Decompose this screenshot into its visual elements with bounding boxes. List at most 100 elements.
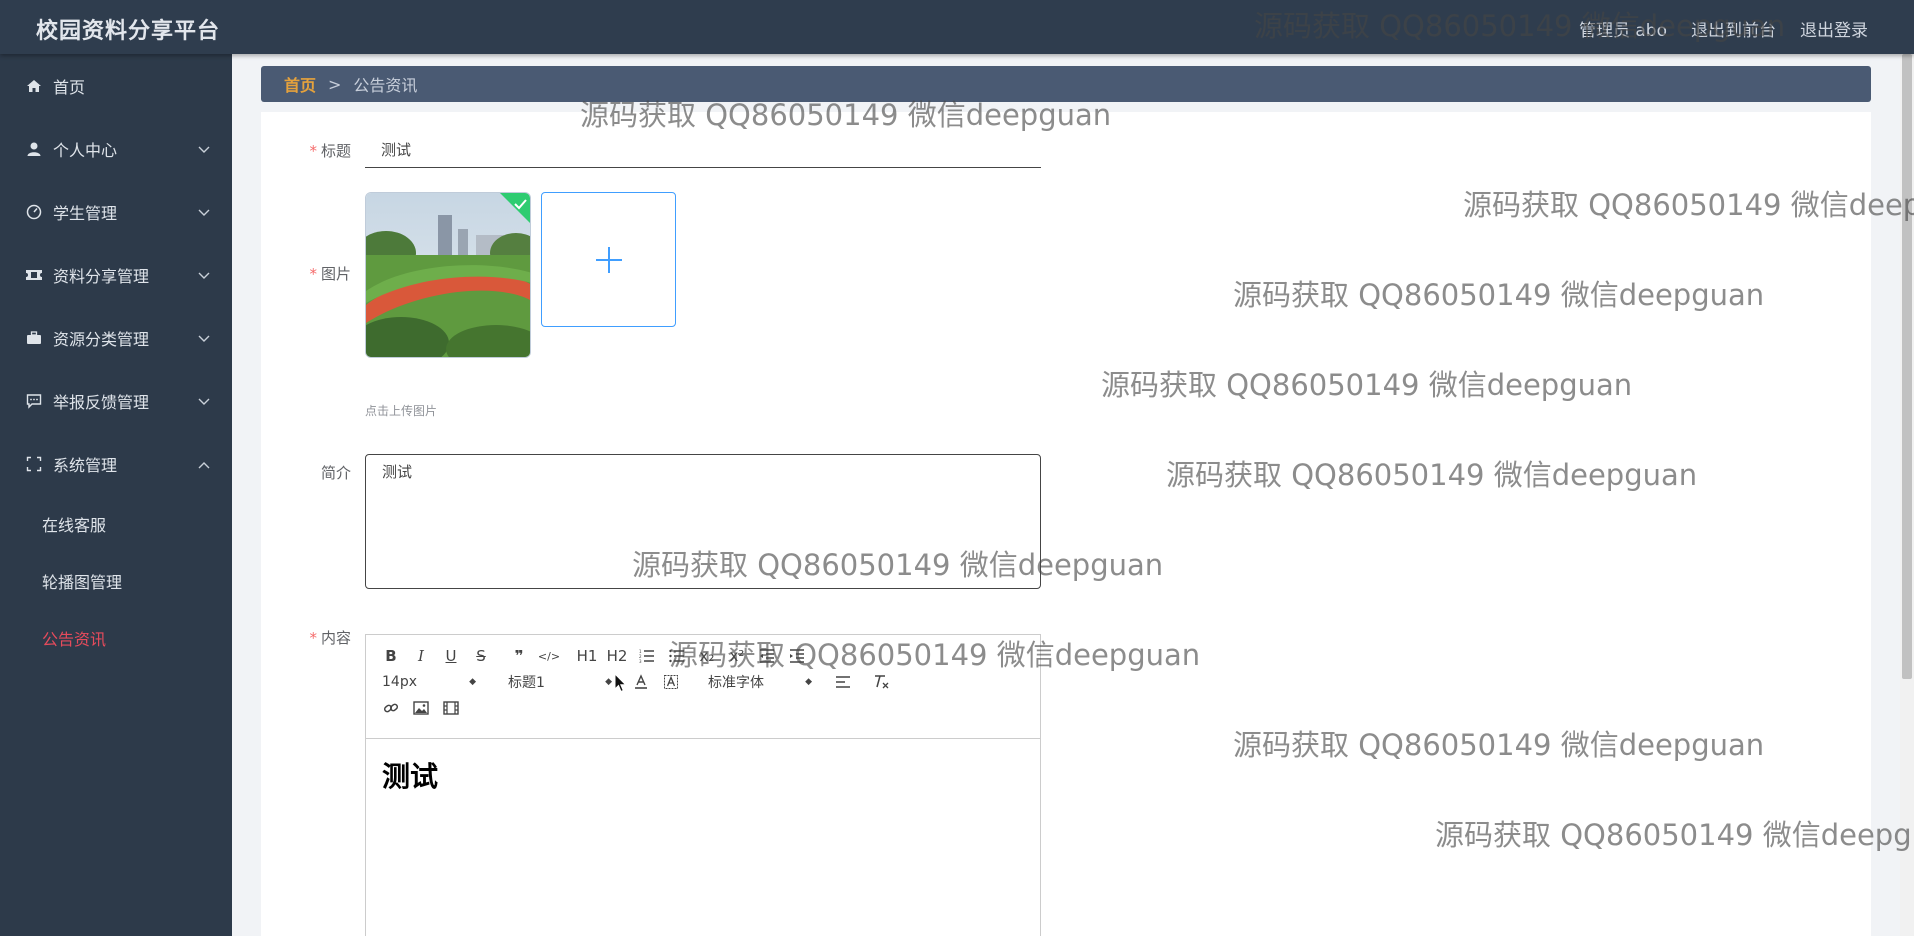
announcement-form: *标题 *图片 bbox=[261, 112, 1871, 936]
title-input[interactable] bbox=[365, 132, 1041, 168]
link-button[interactable] bbox=[376, 696, 406, 720]
sidebar-item-label: 系统管理 bbox=[53, 455, 118, 475]
admin-user-link[interactable]: 管理员 abo bbox=[1579, 16, 1667, 41]
underline-button[interactable]: U bbox=[436, 644, 466, 668]
fullscreen-icon bbox=[25, 455, 43, 473]
sidebar-item-resource-category[interactable]: 资源分类管理 bbox=[0, 306, 232, 369]
bullet-list-icon bbox=[669, 649, 684, 663]
font-family-value: 标准字体 bbox=[708, 675, 764, 691]
sidebar-item-label: 举报反馈管理 bbox=[53, 392, 150, 412]
upload-tip: 点击上传图片 bbox=[365, 404, 438, 418]
font-size-select[interactable]: 14px ◆ bbox=[376, 674, 482, 690]
intro-label: 简介 bbox=[320, 464, 351, 482]
chevron-up-icon bbox=[198, 454, 210, 473]
ordered-list-icon: 123 bbox=[639, 649, 654, 663]
sidebar-item-report-feedback[interactable]: 举报反馈管理 bbox=[0, 369, 232, 432]
image-label: * 图片 bbox=[309, 265, 351, 283]
outdent-button[interactable] bbox=[752, 644, 782, 668]
sidebar-item-label: 学生管理 bbox=[53, 203, 118, 223]
campus-track-photo bbox=[366, 193, 530, 357]
sidebar-subitem-carousel-management[interactable]: 轮播图管理 bbox=[0, 552, 232, 609]
page-scrollbar[interactable] bbox=[1900, 54, 1914, 936]
font-family-select[interactable]: 标准字体 ◆ bbox=[702, 672, 818, 692]
ticket-icon bbox=[25, 266, 43, 284]
main-content: 首页 > 公告资讯 *标题 *图片 bbox=[232, 54, 1914, 936]
sidebar-item-label: 个人中心 bbox=[53, 140, 118, 160]
italic-button[interactable]: I bbox=[406, 644, 436, 668]
breadcrumb-current: 公告资讯 bbox=[353, 76, 418, 95]
image-button[interactable] bbox=[406, 696, 436, 720]
required-mark: * bbox=[309, 629, 317, 647]
editor-toolbar: B I U S ❞ </> H1 H2 123 x₂ x² 14px ◆ 标题1… bbox=[366, 635, 1040, 739]
subscript-button[interactable]: x₂ bbox=[692, 644, 722, 668]
sidebar: 首页 个人中心 学生管理 资料分享管理 资源分类管理 举报反馈管理 系统管理 在… bbox=[0, 54, 232, 936]
chat-icon bbox=[25, 392, 43, 410]
select-arrows-icon: ◆ bbox=[605, 677, 612, 687]
strike-button[interactable]: S bbox=[466, 644, 496, 668]
background-color-icon bbox=[664, 675, 678, 689]
scrollbar-thumb[interactable] bbox=[1902, 54, 1912, 679]
logout-link[interactable]: 退出登录 bbox=[1800, 16, 1868, 41]
sidebar-item-label: 资料分享管理 bbox=[53, 266, 150, 286]
select-arrows-icon: ◆ bbox=[469, 677, 476, 687]
link-icon bbox=[383, 703, 399, 713]
required-mark: * bbox=[309, 142, 317, 160]
clear-format-button[interactable] bbox=[866, 670, 896, 694]
chevron-down-icon bbox=[198, 265, 210, 284]
intro-textarea[interactable]: 测试 bbox=[365, 454, 1041, 589]
top-links: 管理员 abo 退出到前台 退出登录 bbox=[1579, 16, 1868, 41]
code-block-button[interactable]: </> bbox=[534, 644, 564, 668]
sidebar-item-home[interactable]: 首页 bbox=[0, 54, 232, 117]
chevron-down-icon bbox=[198, 202, 210, 221]
svg-text:3: 3 bbox=[639, 659, 642, 663]
gauge-icon bbox=[25, 203, 43, 221]
editor-heading-text: 测试 bbox=[382, 760, 439, 793]
header2-button[interactable]: H2 bbox=[602, 644, 632, 668]
video-button[interactable] bbox=[436, 696, 466, 720]
image-upload-button[interactable] bbox=[541, 192, 676, 327]
bullet-list-button[interactable] bbox=[662, 644, 692, 668]
breadcrumb-separator: > bbox=[328, 74, 342, 94]
sidebar-item-student-management[interactable]: 学生管理 bbox=[0, 180, 232, 243]
chevron-down-icon bbox=[198, 328, 210, 347]
back-to-frontend-link[interactable]: 退出到前台 bbox=[1691, 16, 1776, 41]
font-size-value: 14px bbox=[382, 674, 417, 690]
sidebar-subitem-announcements[interactable]: 公告资讯 bbox=[0, 609, 232, 666]
plus-icon bbox=[595, 246, 622, 273]
heading-select[interactable]: 标题1 ◆ bbox=[502, 672, 618, 692]
bold-button[interactable]: B bbox=[376, 644, 406, 668]
superscript-button[interactable]: x² bbox=[722, 644, 752, 668]
indent-icon bbox=[790, 649, 804, 663]
home-icon bbox=[25, 77, 43, 95]
video-icon bbox=[443, 701, 459, 715]
uploaded-image-thumbnail[interactable] bbox=[365, 192, 531, 358]
sidebar-subitem-online-service[interactable]: 在线客服 bbox=[0, 495, 232, 552]
editor-content-area[interactable]: 测试 bbox=[366, 739, 1040, 811]
indent-button[interactable] bbox=[782, 644, 812, 668]
select-arrows-icon: ◆ bbox=[805, 677, 812, 687]
required-mark: * bbox=[309, 265, 317, 283]
sidebar-item-material-sharing[interactable]: 资料分享管理 bbox=[0, 243, 232, 306]
rich-text-editor: B I U S ❞ </> H1 H2 123 x₂ x² 14px ◆ 标题1… bbox=[365, 634, 1041, 936]
sidebar-item-system-management[interactable]: 系统管理 bbox=[0, 432, 232, 495]
header1-button[interactable]: H1 bbox=[572, 644, 602, 668]
top-bar: 校园资料分享平台 管理员 abo 退出到前台 退出登录 bbox=[0, 0, 1914, 54]
app-brand-title: 校园资料分享平台 bbox=[36, 19, 221, 44]
user-icon bbox=[25, 140, 43, 158]
font-color-icon bbox=[635, 674, 647, 689]
mouse-cursor-icon bbox=[614, 672, 628, 697]
font-color-button[interactable] bbox=[626, 670, 656, 694]
content-label: * 内容 bbox=[309, 629, 351, 647]
blockquote-button[interactable]: ❞ bbox=[504, 644, 534, 668]
clear-format-icon bbox=[875, 675, 889, 689]
ordered-list-button[interactable]: 123 bbox=[632, 644, 662, 668]
align-left-icon bbox=[836, 676, 850, 688]
background-color-button[interactable] bbox=[656, 670, 686, 694]
sidebar-item-label: 首页 bbox=[53, 77, 86, 97]
align-button[interactable] bbox=[828, 670, 858, 694]
outdent-icon bbox=[760, 649, 774, 663]
sidebar-item-label: 资源分类管理 bbox=[53, 329, 150, 349]
chevron-down-icon bbox=[198, 139, 210, 158]
sidebar-item-personal-center[interactable]: 个人中心 bbox=[0, 117, 232, 180]
breadcrumb-home-link[interactable]: 首页 bbox=[284, 72, 316, 96]
